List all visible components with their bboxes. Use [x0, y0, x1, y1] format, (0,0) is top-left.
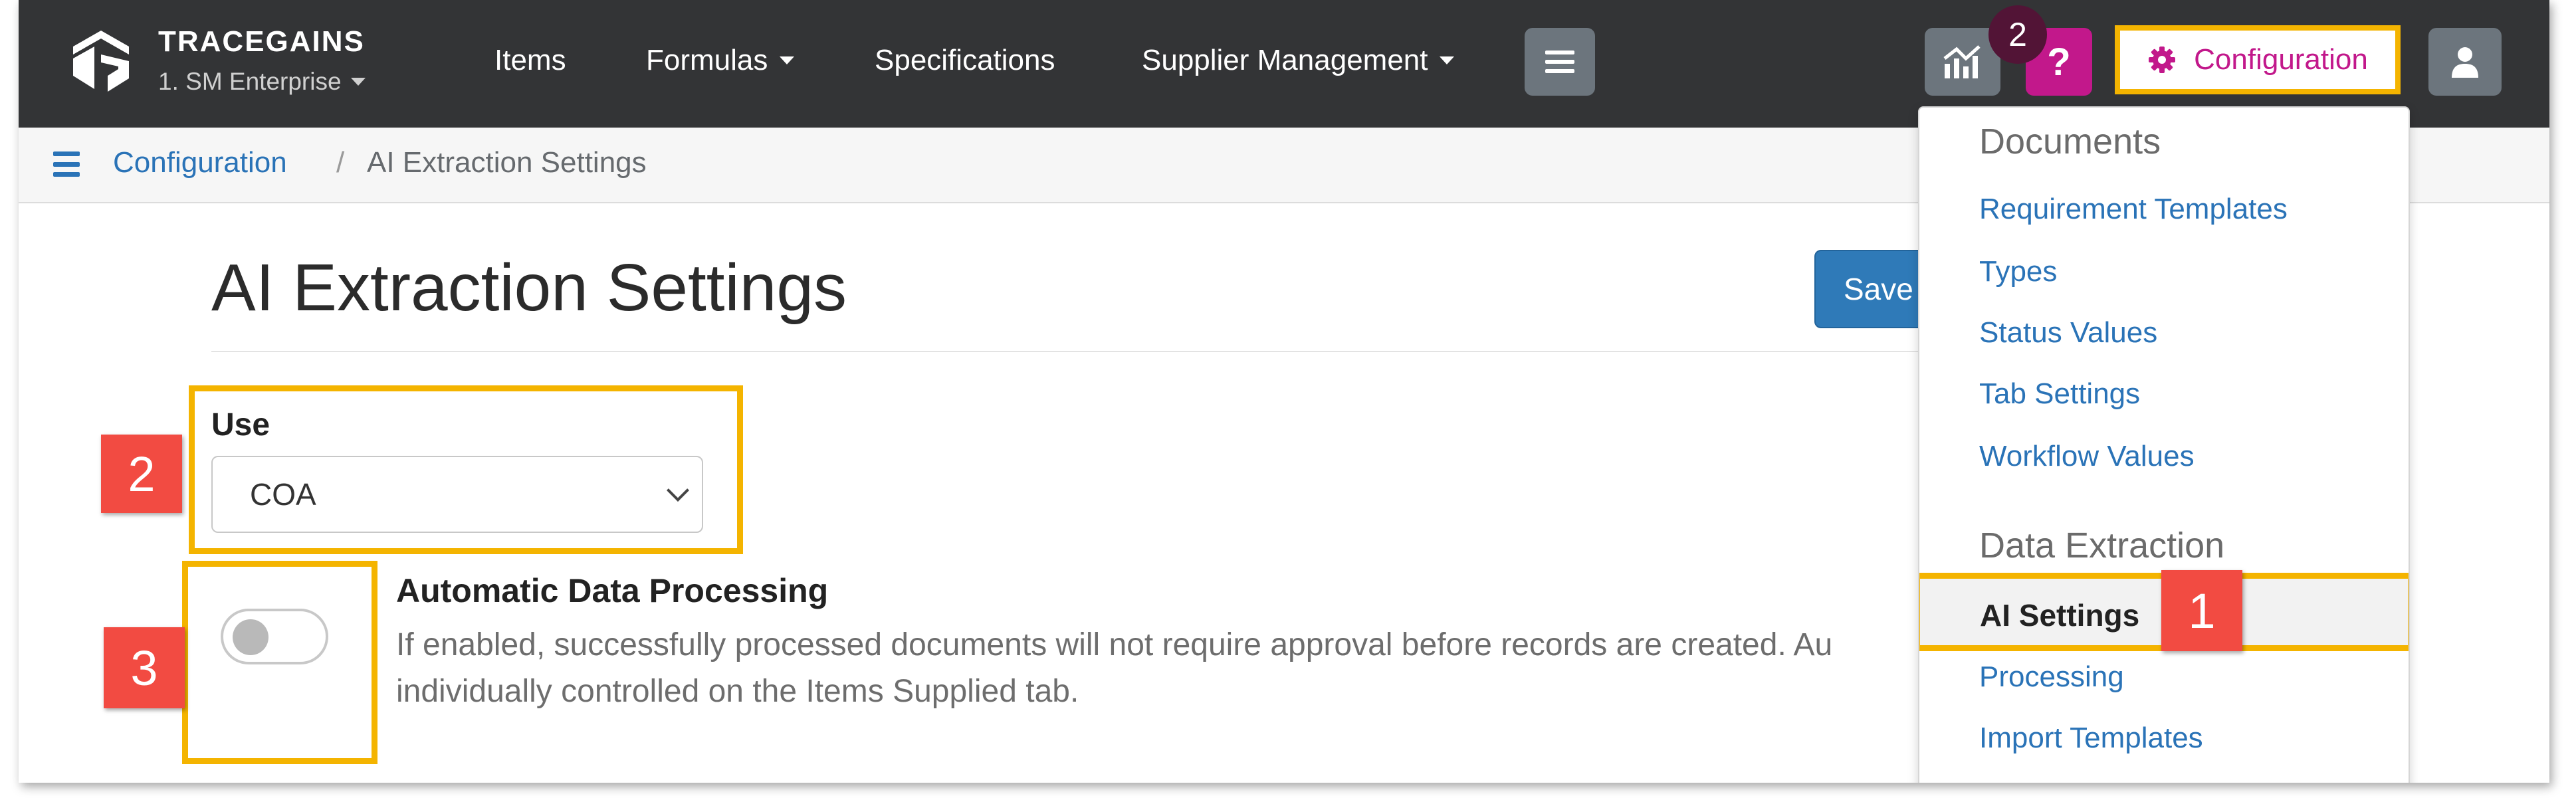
help-label: ?: [2047, 40, 2071, 84]
nav-formulas-label: Formulas: [646, 44, 768, 76]
nav-supplier-management-label: Supplier Management: [1142, 44, 1428, 76]
more-menu-button[interactable]: [1525, 28, 1595, 96]
menu-item-processing[interactable]: Processing: [1979, 660, 2124, 694]
app-window: TRACEGAINS 1. SM Enterprise Items Formul…: [19, 0, 2549, 783]
caret-down-icon: [1440, 56, 1455, 64]
automatic-processing-title: Automatic Data Processing: [396, 572, 829, 609]
breadcrumb-configuration-link[interactable]: Configuration: [113, 146, 287, 179]
sidebar-toggle-icon[interactable]: [53, 151, 80, 177]
automatic-processing-description: If enabled, successfully processed docum…: [396, 627, 1833, 709]
menu-item-import-templates[interactable]: Import Templates: [1979, 722, 2203, 755]
menu-item-ai-settings-label: AI Settings: [1980, 598, 2140, 633]
nav-items[interactable]: Items: [494, 44, 566, 77]
brand-name[interactable]: TRACEGAINS: [158, 25, 365, 58]
chevron-down-icon: [667, 479, 689, 502]
configuration-button[interactable]: Configuration: [2115, 25, 2401, 94]
gear-icon: [2149, 47, 2176, 73]
nav-items-label: Items: [494, 44, 566, 76]
menu-item-workflow-values[interactable]: Workflow Values: [1979, 440, 2195, 473]
use-label: Use: [211, 407, 270, 443]
nav-supplier-management[interactable]: Supplier Management: [1142, 44, 1455, 77]
hamburger-icon: [1545, 50, 1574, 73]
nav-formulas[interactable]: Formulas: [646, 44, 795, 77]
caret-down-icon: [350, 78, 366, 86]
breadcrumb-separator: /: [336, 146, 345, 179]
use-select[interactable]: COA: [211, 456, 703, 533]
dropdown-header-data-extraction: Data Extraction: [1979, 526, 2225, 565]
org-selector-label: 1. SM Enterprise: [158, 68, 342, 95]
automatic-processing-toggle[interactable]: [221, 609, 328, 664]
step-marker-2: 2: [101, 435, 182, 513]
title-divider: [211, 351, 1939, 352]
user-menu-button[interactable]: [2428, 28, 2502, 96]
menu-item-types[interactable]: Types: [1979, 255, 2057, 288]
menu-item-status-values[interactable]: Status Values: [1979, 316, 2157, 350]
nav-specifications-label: Specifications: [875, 44, 1055, 76]
menu-item-requirement-templates[interactable]: Requirement Templates: [1979, 193, 2288, 226]
dropdown-header-documents: Documents: [1979, 122, 2161, 161]
configuration-label: Configuration: [2194, 43, 2368, 76]
tracegains-logo-icon[interactable]: [68, 28, 134, 94]
use-select-value: COA: [250, 477, 316, 512]
step-marker-3: 3: [104, 627, 185, 708]
org-selector[interactable]: 1. SM Enterprise: [158, 68, 366, 96]
configuration-dropdown-menu: Documents Requirement Templates Types St…: [1918, 106, 2410, 783]
analytics-chart-icon: [1943, 45, 1981, 78]
nav-specifications[interactable]: Specifications: [875, 44, 1055, 77]
menu-item-tab-settings[interactable]: Tab Settings: [1979, 377, 2140, 411]
user-icon: [2452, 47, 2478, 78]
page-title: AI Extraction Settings: [211, 250, 847, 325]
breadcrumb-current: AI Extraction Settings: [367, 146, 647, 179]
notification-count-badge: 2: [1988, 5, 2047, 64]
caret-down-icon: [780, 56, 795, 64]
toggle-knob: [233, 619, 268, 655]
step-marker-1: 1: [2161, 570, 2242, 651]
